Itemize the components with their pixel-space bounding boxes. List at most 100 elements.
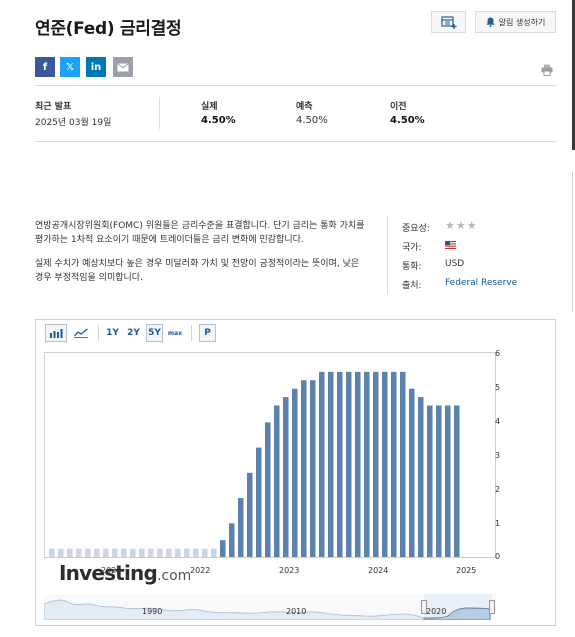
navigator-year-label: 2020: [426, 607, 447, 616]
importance-label: 중요성:: [402, 224, 430, 234]
bar[interactable]: [76, 548, 82, 557]
divider: [35, 141, 556, 142]
bar[interactable]: [211, 548, 217, 557]
calendar-add-icon: [440, 15, 456, 29]
add-to-calendar-button[interactable]: [431, 11, 466, 33]
y-tick-label: 2: [495, 485, 501, 494]
create-alert-label: 알림 생성하기: [498, 17, 546, 27]
range-2y-button[interactable]: 2Y: [125, 324, 142, 342]
divider: [35, 85, 556, 86]
facebook-share-button[interactable]: f: [35, 57, 55, 77]
bar[interactable]: [157, 548, 163, 557]
description-paragraph: 실제 수치가 예상치보다 높은 경우 미달러화 가치 및 전망이 긍정적이라는 …: [35, 259, 360, 283]
line-chart-icon: [74, 328, 88, 338]
bar[interactable]: [382, 371, 388, 557]
bar[interactable]: [193, 548, 199, 557]
bar[interactable]: [310, 380, 316, 557]
divider: [159, 97, 160, 129]
bar[interactable]: [445, 405, 451, 558]
plot-area: Investing.com: [44, 352, 496, 585]
latest-release-label: 최근 발표: [35, 102, 72, 112]
bar[interactable]: [148, 548, 154, 557]
p-button[interactable]: P: [199, 324, 216, 342]
bar[interactable]: [418, 397, 424, 557]
bar[interactable]: [238, 498, 244, 557]
description: 연방공개시장위원회(FOMC) 위원들은 금리수준을 표결합니다. 단기 금리는…: [35, 219, 370, 285]
bar[interactable]: [94, 548, 100, 557]
navigator-year-label: 2010: [286, 607, 307, 616]
bar[interactable]: [166, 548, 172, 557]
create-alert-button[interactable]: 알림 생성하기: [475, 11, 556, 33]
range-5y-button[interactable]: 5Y: [146, 324, 163, 342]
bar[interactable]: [112, 548, 118, 557]
bar[interactable]: [409, 388, 415, 557]
bar[interactable]: [301, 380, 307, 557]
bar[interactable]: [319, 371, 325, 557]
bar-chart-toggle[interactable]: [45, 324, 67, 342]
chart-panel: 1Y 2Y 5Y max P Investing.com 6 5 4 3 2 1…: [35, 319, 556, 626]
bar[interactable]: [184, 548, 190, 557]
line-chart-toggle[interactable]: [70, 324, 92, 342]
us-flag-icon: [445, 241, 456, 252]
bar[interactable]: [220, 540, 226, 557]
bar[interactable]: [283, 397, 289, 557]
bar[interactable]: [229, 523, 235, 557]
navigator-year-label: 1990: [142, 607, 163, 616]
navigator-right-handle[interactable]: [489, 600, 495, 614]
bell-icon: [486, 17, 495, 27]
divider: [387, 216, 388, 294]
bar[interactable]: [373, 371, 379, 557]
print-button[interactable]: [541, 61, 553, 80]
bar-series: [49, 371, 460, 558]
bar[interactable]: [247, 472, 253, 557]
linkedin-share-button[interactable]: in: [86, 57, 106, 77]
bar[interactable]: [58, 548, 64, 557]
x-tick-label: 2025: [456, 566, 477, 575]
range-1y-button[interactable]: 1Y: [104, 324, 121, 342]
divider: [98, 325, 99, 341]
bar[interactable]: [400, 371, 406, 557]
envelope-icon: [117, 62, 129, 71]
bar[interactable]: [139, 548, 145, 557]
bar[interactable]: [67, 548, 73, 557]
bar-chart-icon: [50, 329, 63, 338]
bar[interactable]: [346, 371, 352, 557]
range-max-button[interactable]: max: [166, 324, 184, 342]
star-icon: ★: [466, 219, 478, 232]
page-title: 연준(Fed) 금리결정: [35, 19, 182, 39]
bar[interactable]: [454, 405, 460, 558]
twitter-share-button[interactable]: 𝕏: [60, 57, 80, 77]
printer-icon: [541, 64, 553, 76]
y-tick-label: 0: [495, 552, 501, 561]
bar[interactable]: [328, 371, 334, 557]
email-share-button[interactable]: [113, 57, 133, 77]
previous-value: 4.50%: [390, 115, 425, 126]
bar[interactable]: [121, 548, 127, 557]
bar[interactable]: [427, 405, 433, 558]
currency-value: USD: [445, 259, 465, 269]
bar[interactable]: [130, 548, 136, 557]
bar[interactable]: [103, 548, 109, 557]
source-link[interactable]: Federal Reserve: [445, 278, 517, 288]
y-tick-label: 5: [495, 383, 501, 392]
bar[interactable]: [355, 371, 361, 557]
bar[interactable]: [391, 371, 397, 557]
watermark-suffix: .com: [156, 568, 192, 584]
facebook-icon: f: [42, 61, 48, 73]
bar[interactable]: [337, 371, 343, 557]
bar[interactable]: [49, 548, 55, 557]
bar[interactable]: [85, 548, 91, 557]
bar[interactable]: [175, 548, 181, 557]
bar[interactable]: [265, 422, 271, 557]
bar[interactable]: [436, 405, 442, 558]
bar[interactable]: [256, 447, 262, 557]
bar[interactable]: [274, 405, 280, 558]
actual-label: 실제: [201, 102, 218, 112]
bar[interactable]: [364, 371, 370, 557]
bar[interactable]: [292, 388, 298, 557]
star-icon: ★: [455, 219, 467, 232]
star-icon: ★: [445, 219, 456, 232]
bar[interactable]: [202, 548, 208, 557]
forecast-value: 4.50%: [296, 115, 328, 126]
x-tick-label: 2024: [368, 566, 389, 575]
